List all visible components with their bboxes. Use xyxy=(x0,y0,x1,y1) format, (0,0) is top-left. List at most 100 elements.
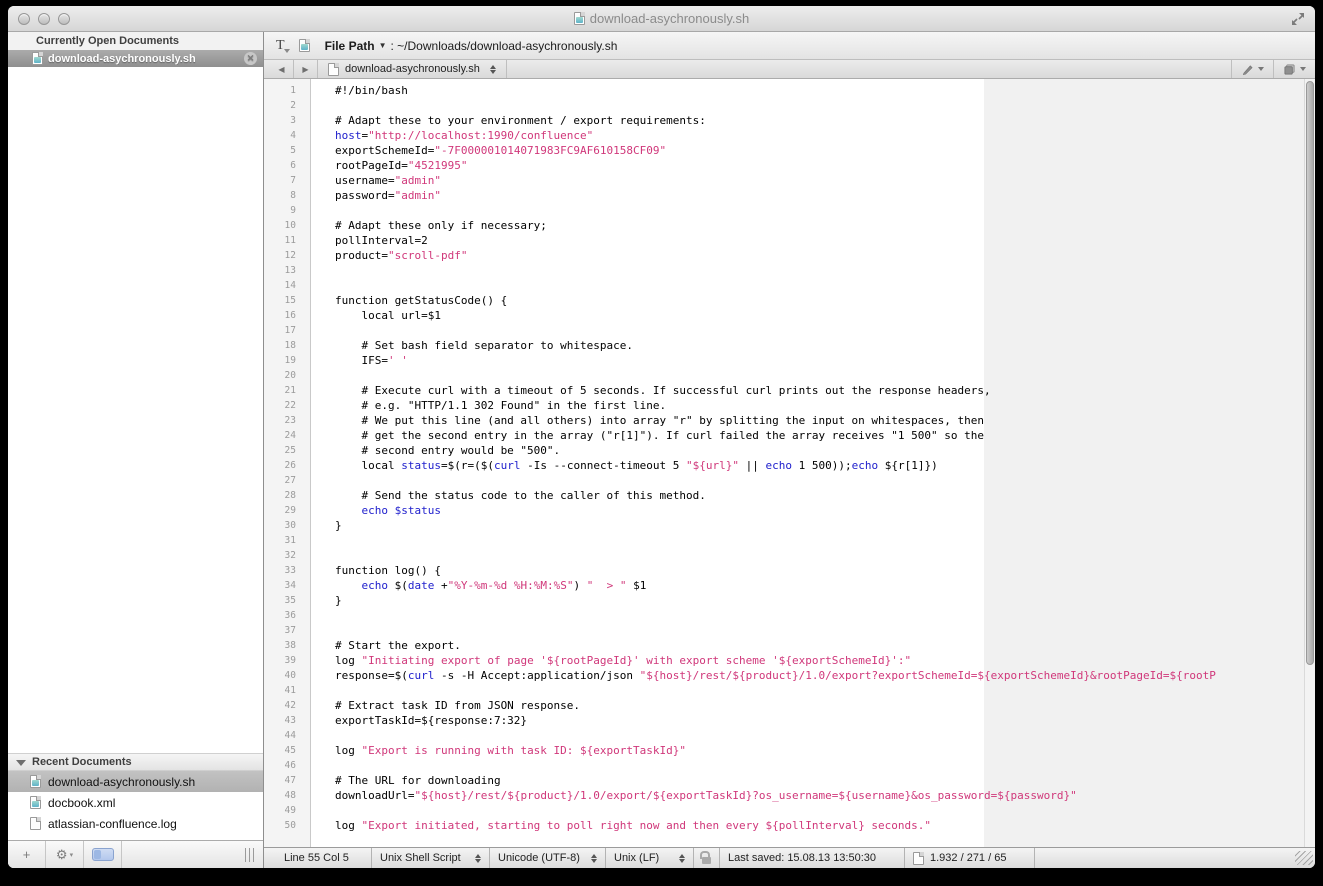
action-menu-button[interactable]: ⚙ ▾ xyxy=(46,841,84,868)
encoding-dropdown[interactable]: Unicode (UTF-8) xyxy=(490,848,606,868)
line-number: 13 xyxy=(264,263,304,278)
code-line: 29 echo $status xyxy=(264,503,1315,518)
code-text: function log() { xyxy=(304,563,441,578)
window-resize-grip[interactable] xyxy=(1295,851,1313,865)
line-number: 40 xyxy=(264,668,304,683)
line-number: 35 xyxy=(264,593,304,608)
line-number: 6 xyxy=(264,158,304,173)
path-caret-icon[interactable]: ▼ xyxy=(379,41,387,50)
split-view-button[interactable] xyxy=(1273,60,1315,78)
text-tool-icon[interactable]: T xyxy=(276,38,290,54)
code-line: 20 xyxy=(264,368,1315,383)
open-document-item[interactable]: download-asychronously.sh ✕ xyxy=(8,50,263,67)
code-line: 47# The URL for downloading xyxy=(264,773,1315,788)
counts-value: 1.932 / 271 / 65 xyxy=(930,852,1006,864)
code-line: 49 xyxy=(264,803,1315,818)
code-text xyxy=(304,758,335,773)
file-proxy-icon[interactable] xyxy=(299,39,310,52)
code-line: 11pollInterval=2 xyxy=(264,233,1315,248)
nav-forward-button[interactable]: ▶ xyxy=(294,60,318,78)
line-number: 4 xyxy=(264,128,304,143)
document-stepper-icon[interactable] xyxy=(490,65,496,74)
recent-documents-header[interactable]: Recent Documents xyxy=(8,753,263,771)
code-text: function getStatusCode() { xyxy=(304,293,507,308)
code-text: product="scroll-pdf" xyxy=(304,248,467,263)
editor-textarea[interactable]: 1#!/bin/bash23# Adapt these to your envi… xyxy=(264,79,1315,847)
code-line: 48downloadUrl="${host}/rest/${product}/1… xyxy=(264,788,1315,803)
open-documents-header: Currently Open Documents xyxy=(8,32,263,50)
code-text xyxy=(304,608,335,623)
code-text: #!/bin/bash xyxy=(304,83,408,98)
line-number: 34 xyxy=(264,578,304,593)
status-bar: Line 55 Col 5 Unix Shell Script Unicode … xyxy=(264,847,1315,868)
code-line: 25 # second entry would be "500". xyxy=(264,443,1315,458)
line-number: 27 xyxy=(264,473,304,488)
current-document-tab[interactable]: download-asychronously.sh xyxy=(318,60,507,78)
code-text: # The URL for downloading xyxy=(304,773,501,788)
gear-caret-icon: ▾ xyxy=(70,851,74,859)
line-number: 43 xyxy=(264,713,304,728)
recent-document-item[interactable]: atlassian-confluence.log xyxy=(8,813,263,834)
line-number: 11 xyxy=(264,233,304,248)
line-number: 39 xyxy=(264,653,304,668)
line-number: 48 xyxy=(264,788,304,803)
code-text: # Extract task ID from JSON response. xyxy=(304,698,580,713)
code-text xyxy=(304,728,335,743)
tab-bar: ◀ ▶ download-asychronously.sh xyxy=(264,60,1315,79)
add-document-button[interactable]: + xyxy=(8,841,46,868)
code-text xyxy=(304,548,335,563)
close-document-icon[interactable]: ✕ xyxy=(244,52,257,65)
nav-back-button[interactable]: ◀ xyxy=(270,60,294,78)
line-number: 36 xyxy=(264,608,304,623)
vertical-scrollbar[interactable] xyxy=(1304,79,1315,847)
code-text: # Set bash field separator to whitespace… xyxy=(304,338,633,353)
code-line: 26 local status=$(r=($(curl -Is --connec… xyxy=(264,458,1315,473)
scrollbar-thumb[interactable] xyxy=(1306,81,1314,665)
sidebar-toggle-button[interactable] xyxy=(84,841,122,868)
line-number: 9 xyxy=(264,203,304,218)
code-text: # Send the status code to the caller of … xyxy=(304,488,706,503)
code-line: 5exportSchemeId="-7F000001014071983FC9AF… xyxy=(264,143,1315,158)
document-icon xyxy=(574,12,585,25)
code-line: 2 xyxy=(264,98,1315,113)
code-text: response=$(curl -s -H Accept:application… xyxy=(304,668,1216,683)
recent-document-item[interactable]: download-asychronously.sh xyxy=(8,771,263,792)
code-text: # Start the export. xyxy=(304,638,461,653)
line-number: 15 xyxy=(264,293,304,308)
disclosure-triangle-icon[interactable] xyxy=(16,760,26,766)
code-text: # get the second entry in the array ("r[… xyxy=(304,428,984,443)
code-line: 8password="admin" xyxy=(264,188,1315,203)
line-number: 26 xyxy=(264,458,304,473)
line-number: 10 xyxy=(264,218,304,233)
code-line: 13 xyxy=(264,263,1315,278)
code-text: IFS=' ' xyxy=(304,353,408,368)
code-text: # e.g. "HTTP/1.1 302 Found" in the first… xyxy=(304,398,666,413)
line-number: 14 xyxy=(264,278,304,293)
code-line: 46 xyxy=(264,758,1315,773)
gear-icon: ⚙ xyxy=(56,847,68,863)
filetype-dropdown[interactable]: Unix Shell Script xyxy=(372,848,490,868)
code-line: 31 xyxy=(264,533,1315,548)
code-text xyxy=(304,323,335,338)
file-icon xyxy=(30,817,41,830)
line-endings-dropdown[interactable]: Unix (LF) xyxy=(606,848,694,868)
recent-documents-list: download-asychronously.shdocbook.xmlatla… xyxy=(8,771,263,840)
code-line: 1#!/bin/bash xyxy=(264,83,1315,98)
sidebar-resize-handle[interactable] xyxy=(245,848,257,862)
unlocked-icon xyxy=(702,857,711,864)
function-menu-button[interactable] xyxy=(1231,60,1273,78)
code-text: } xyxy=(304,518,342,533)
code-line: 40response=$(curl -s -H Accept:applicati… xyxy=(264,668,1315,683)
code-line: 27 xyxy=(264,473,1315,488)
code-line: 3# Adapt these to your environment / exp… xyxy=(264,113,1315,128)
code-line: 42# Extract task ID from JSON response. xyxy=(264,698,1315,713)
fullscreen-icon[interactable] xyxy=(1291,12,1305,26)
recent-document-item[interactable]: docbook.xml xyxy=(8,792,263,813)
code-text xyxy=(304,203,335,218)
code-text: # Execute curl with a timeout of 5 secon… xyxy=(304,383,991,398)
line-number: 50 xyxy=(264,818,304,833)
pen-icon xyxy=(1241,63,1254,76)
line-number: 37 xyxy=(264,623,304,638)
code-line: 23 # We put this line (and all others) i… xyxy=(264,413,1315,428)
line-number: 32 xyxy=(264,548,304,563)
